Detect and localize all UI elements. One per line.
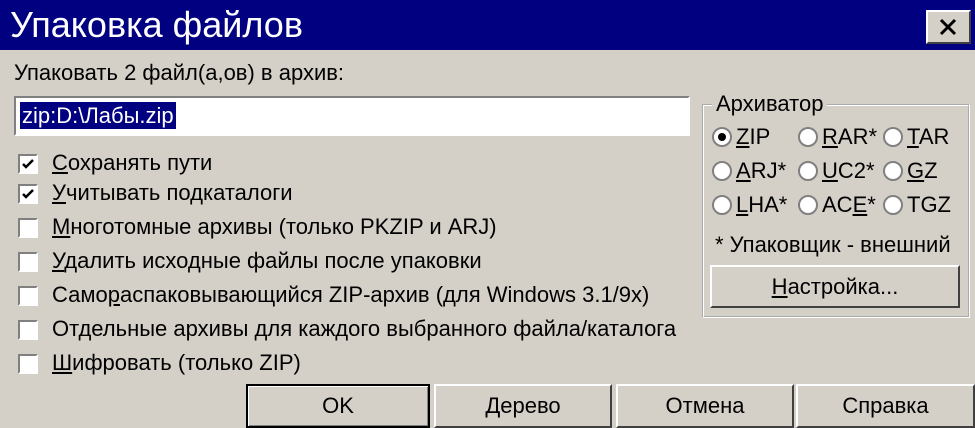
option-checkbox[interactable] [18,286,38,306]
option-label: Учитывать подкаталоги [52,180,293,205]
option-label: Отдельные архивы для каждого выбранного … [52,316,677,341]
settings-button[interactable]: Настройка... [710,265,960,308]
help-button-label: Справка [842,393,929,418]
archiver-radio[interactable] [798,161,818,181]
archiver-radio[interactable] [883,127,903,147]
archiver-radio-label: ACE* [822,192,876,217]
archiver-radio-label: LHA* [736,192,788,217]
archiver-radio[interactable] [712,161,732,181]
close-icon [939,18,957,36]
radio-selected-dot [718,133,726,141]
tree-button-label: Дерево [485,393,561,418]
archiver-radio[interactable] [798,195,818,215]
option-label: Сохранять пути [52,150,213,175]
checkmark-icon [22,159,34,169]
option-label: Самораспаковывающийся ZIP-архив (для Win… [52,282,650,307]
cancel-button[interactable]: Отмена [616,384,794,428]
pack-files-dialog: Упаковка файлов Упаковать 2 файл(а,ов) в… [0,0,975,428]
option-label: Шифровать (только ZIP) [52,350,301,375]
archiver-radio-label: TAR [907,124,950,149]
ok-button-label: OK [322,393,354,418]
archiver-radio[interactable] [712,195,732,215]
archiver-radio-label: UC2* [822,158,875,183]
option-checkbox[interactable] [18,252,38,272]
tree-button[interactable]: Дерево [434,384,612,428]
window-title: Упаковка файлов [10,4,303,45]
option-checkbox[interactable] [18,354,38,374]
pack-prompt-label: Упаковать 2 файл(а,ов) в архив: [14,60,345,85]
title-bar: Упаковка файлов [0,0,975,50]
option-checkbox[interactable] [18,154,38,174]
archiver-radio[interactable] [883,195,903,215]
help-button[interactable]: Справка [796,384,975,428]
archiver-radio[interactable] [883,161,903,181]
settings-button-label: Настройка... [771,273,899,299]
archiver-radio-label: GZ [907,158,938,183]
archiver-group-title: Архиватор [712,91,828,117]
archive-path-input[interactable]: zip:D:\Лабы.zip [14,96,690,136]
close-button[interactable] [926,10,971,44]
option-label: Удалить исходные файлы после упаковки [52,248,482,273]
archive-path-value: zip:D:\Лабы.zip [20,102,176,129]
option-checkbox[interactable] [18,320,38,340]
option-checkbox[interactable] [18,218,38,238]
archiver-radio[interactable] [798,127,818,147]
option-label: Многотомные архивы (только PKZIP и ARJ) [52,214,497,239]
checkmark-icon [22,189,34,199]
archiver-radio-label: ZIP [736,124,771,149]
option-checkbox[interactable] [18,184,38,204]
ok-button[interactable]: OK [246,384,430,428]
external-packer-note: * Упаковщик - внешний [715,232,951,257]
cancel-button-label: Отмена [665,393,745,418]
archiver-radio[interactable] [712,127,732,147]
archiver-radio-label: ARJ* [736,158,787,183]
archiver-radio-label: RAR* [822,124,878,149]
archiver-radio-label: TGZ [907,192,951,217]
